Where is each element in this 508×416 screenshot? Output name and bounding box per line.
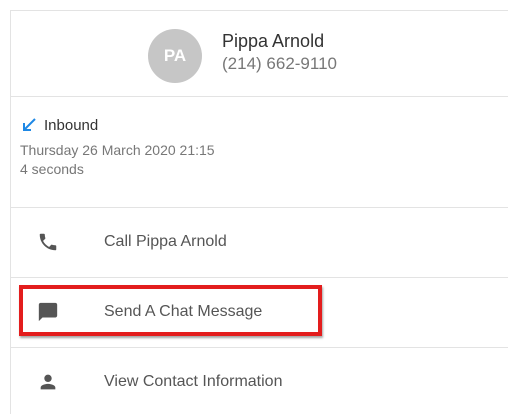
call-contact-label: Call Pippa Arnold: [104, 233, 227, 250]
contact-header: PA Pippa Arnold (214) 662-9110: [10, 11, 508, 95]
call-detail-panel: PA Pippa Arnold (214) 662-9110 Inbound T…: [0, 0, 508, 414]
call-direction: Inbound: [20, 116, 98, 134]
call-date: Thursday 26 March 2020 21:15: [20, 142, 215, 158]
chat-icon: [38, 302, 58, 322]
send-chat-message-button[interactable]: Send A Chat Message: [10, 278, 508, 346]
call-contact-button[interactable]: Call Pippa Arnold: [10, 208, 508, 276]
send-chat-message-label: Send A Chat Message: [104, 303, 263, 320]
view-contact-information-label: View Contact Information: [104, 373, 283, 390]
phone-icon: [39, 233, 57, 251]
call-duration: 4 seconds: [20, 161, 84, 177]
call-details: Inbound Thursday 26 March 2020 21:15 4 s…: [10, 97, 508, 207]
contact-phone: (214) 662-9110: [222, 54, 337, 73]
avatar: PA: [148, 29, 202, 83]
call-direction-label: Inbound: [44, 116, 99, 134]
person-icon: [40, 374, 56, 390]
view-contact-information-button[interactable]: View Contact Information: [10, 348, 508, 416]
inbound-arrow-icon: [23, 118, 36, 131]
contact-name: Pippa Arnold: [222, 31, 325, 51]
